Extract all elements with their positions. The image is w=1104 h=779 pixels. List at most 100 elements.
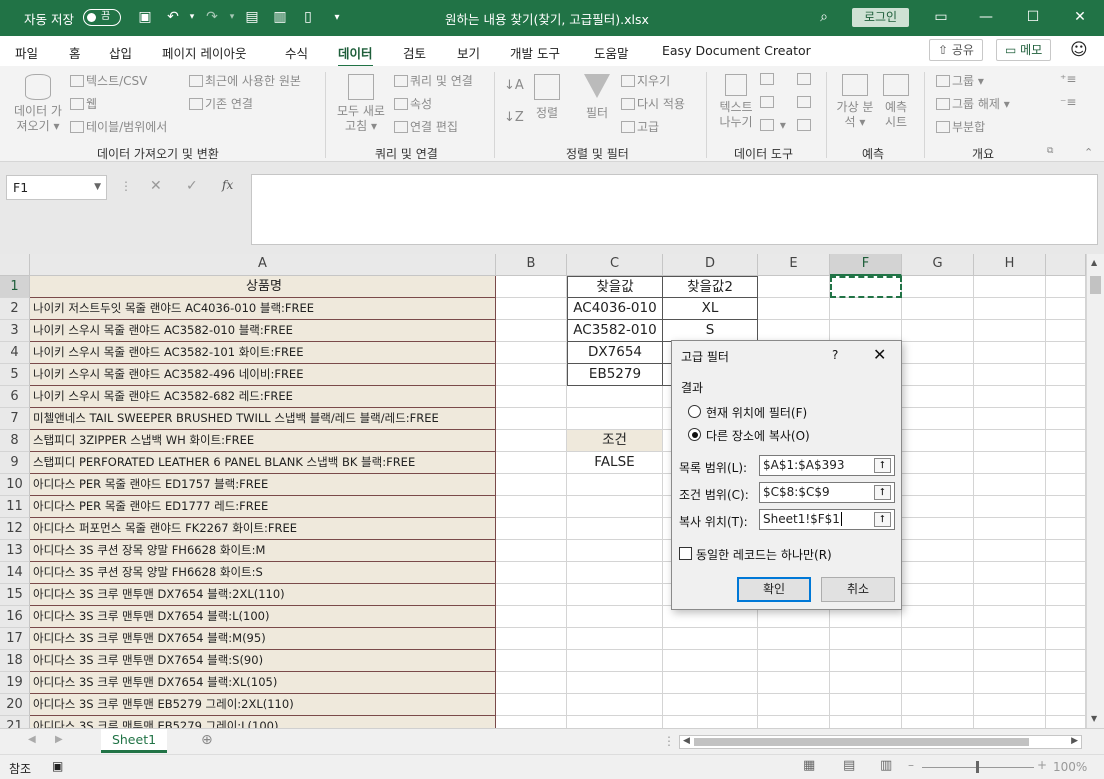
cell-h20[interactable] (974, 694, 1046, 716)
cell-i2[interactable] (1046, 298, 1086, 320)
cell-a2[interactable]: 나이키 저스트두잇 목줄 랜야드 AC4036-010 블랙:FREE (30, 298, 496, 320)
cell-i21[interactable] (1046, 716, 1086, 728)
cell-b8[interactable] (496, 430, 567, 452)
show-detail-icon[interactable]: ⁺≡ (1060, 72, 1076, 86)
cell-i1[interactable] (1046, 276, 1086, 298)
row-header-1[interactable]: 1 (0, 276, 30, 298)
cell-h9[interactable] (974, 452, 1046, 474)
collapse-dialog-icon[interactable]: ⭡ (874, 485, 891, 500)
cell-g14[interactable] (902, 562, 974, 584)
dialog-launcher-icon[interactable]: ⧉ (1047, 146, 1053, 156)
cell-a14[interactable]: 아디다스 3S 쿠션 장목 양말 FH6628 화이트:S (30, 562, 496, 584)
scroll-right-icon[interactable]: ▶ (1071, 736, 1078, 746)
cell-i16[interactable] (1046, 606, 1086, 628)
copy-to-input[interactable]: Sheet1!$F$1 ⭡ (759, 509, 895, 530)
cell-g20[interactable] (902, 694, 974, 716)
queries-connections-button[interactable]: 쿼리 및 연결 (394, 72, 473, 89)
cell-b18[interactable] (496, 650, 567, 672)
cell-h5[interactable] (974, 364, 1046, 386)
cell-h18[interactable] (974, 650, 1046, 672)
cell-a8[interactable]: 스탭피디 3ZIPPER 스냅백 WH 화이트:FREE (30, 430, 496, 452)
cell-d2[interactable]: XL (663, 298, 758, 320)
cell-c10[interactable] (567, 474, 663, 496)
scroll-up-icon[interactable]: ▲ (1091, 258, 1097, 267)
cell-g19[interactable] (902, 672, 974, 694)
cell-i10[interactable] (1046, 474, 1086, 496)
sort-za-icon[interactable]: ↓Z (504, 110, 524, 125)
cell-g2[interactable] (902, 298, 974, 320)
name-box[interactable]: F1 ▼ (6, 175, 107, 200)
subtotal-button[interactable]: 부분합 (936, 118, 985, 135)
cell-b5[interactable] (496, 364, 567, 386)
row-header-10[interactable]: 10 (0, 474, 30, 496)
prev-sheet-icon[interactable]: ◀ (28, 734, 36, 745)
cell-b3[interactable] (496, 320, 567, 342)
close-icon[interactable]: ✕ (1069, 6, 1091, 28)
cell-e20[interactable] (758, 694, 830, 716)
consolidate-icon[interactable] (797, 72, 813, 86)
cell-c4[interactable]: DX7654 (567, 342, 663, 364)
radio-filter-in-place[interactable] (688, 405, 701, 418)
cell-a13[interactable]: 아디다스 3S 쿠션 장목 양말 FH6628 화이트:M (30, 540, 496, 562)
flash-fill-icon[interactable] (760, 72, 776, 86)
vertical-scrollbar[interactable]: ▲ ▼ (1086, 254, 1104, 728)
reapply-button[interactable]: 다시 적용 (621, 95, 685, 112)
cell-f20[interactable] (830, 694, 902, 716)
select-all-corner[interactable] (0, 254, 30, 276)
cell-c11[interactable] (567, 496, 663, 518)
refresh-all-button[interactable]: 모두 새로 고침 ▾ (333, 74, 389, 134)
cell-b12[interactable] (496, 518, 567, 540)
collapse-dialog-icon[interactable]: ⭡ (874, 458, 891, 473)
cell-h12[interactable] (974, 518, 1046, 540)
new-file-icon[interactable]: ▯ (297, 6, 319, 28)
cell-i3[interactable] (1046, 320, 1086, 342)
cell-e21[interactable] (758, 716, 830, 728)
cell-g7[interactable] (902, 408, 974, 430)
tab-developer[interactable]: 개발 도구 (510, 43, 560, 62)
cell-b15[interactable] (496, 584, 567, 606)
cell-c21[interactable] (567, 716, 663, 728)
cell-a7[interactable]: 미첼앤네스 TAIL SWEEPER BRUSHED TWILL 스냅백 블랙/… (30, 408, 496, 430)
cell-h1[interactable] (974, 276, 1046, 298)
cell-a21[interactable]: 아디다스 3S 크루 맨투맨 EB5279 그레이:L(100) (30, 716, 496, 728)
clear-filter-button[interactable]: 지우기 (621, 72, 670, 89)
maximize-icon[interactable]: ☐ (1022, 6, 1044, 28)
hide-detail-icon[interactable]: ⁻≡ (1060, 95, 1076, 109)
from-table-button[interactable]: 테이블/범위에서 (70, 118, 167, 135)
minimize-icon[interactable]: — (975, 6, 997, 28)
row-header-17[interactable]: 17 (0, 628, 30, 650)
row-header-15[interactable]: 15 (0, 584, 30, 606)
cell-a18[interactable]: 아디다스 3S 크루 맨투맨 DX7654 블랙:S(90) (30, 650, 496, 672)
cell-b19[interactable] (496, 672, 567, 694)
cell-g1[interactable] (902, 276, 974, 298)
horizontal-scroll-thumb[interactable] (694, 738, 1029, 746)
ungroup-button[interactable]: 그룹 해제 ▾ (936, 95, 1010, 112)
cell-b4[interactable] (496, 342, 567, 364)
scroll-down-icon[interactable]: ▼ (1091, 714, 1097, 723)
cell-c2[interactable]: AC4036-010 (567, 298, 663, 320)
cell-a5[interactable]: 나이키 스우시 목줄 랜야드 AC3582-496 네이비:FREE (30, 364, 496, 386)
layout-icon[interactable]: ▥ (269, 6, 291, 28)
ribbon-display-icon[interactable]: ▭ (930, 6, 952, 28)
cell-h11[interactable] (974, 496, 1046, 518)
cell-g11[interactable] (902, 496, 974, 518)
column-header-a[interactable]: A (30, 254, 496, 276)
cell-d18[interactable] (663, 650, 758, 672)
customize-toolbar-icon[interactable]: ▾ (326, 6, 348, 28)
worksheet-grid[interactable]: A B C D E F G H 1 상품명 찾을값 찾을값2 2 나이키 저스트두잇 목줄… (0, 254, 1086, 728)
row-header-20[interactable]: 20 (0, 694, 30, 716)
remove-duplicates-icon[interactable] (760, 95, 776, 109)
cell-g16[interactable] (902, 606, 974, 628)
cell-h10[interactable] (974, 474, 1046, 496)
row-header-12[interactable]: 12 (0, 518, 30, 540)
cell-c16[interactable] (567, 606, 663, 628)
what-if-analysis-button[interactable]: 가상 분석 ▾ (835, 74, 875, 130)
cancel-icon[interactable]: ✕ (150, 178, 162, 194)
cell-d21[interactable] (663, 716, 758, 728)
row-header-19[interactable]: 19 (0, 672, 30, 694)
get-data-button[interactable]: 데이터 가져오기 ▾ (10, 74, 66, 134)
cell-d17[interactable] (663, 628, 758, 650)
cell-e2[interactable] (758, 298, 830, 320)
row-header-16[interactable]: 16 (0, 606, 30, 628)
radio-filter-in-place-label[interactable]: 현재 위치에 필터(F) (706, 404, 807, 421)
